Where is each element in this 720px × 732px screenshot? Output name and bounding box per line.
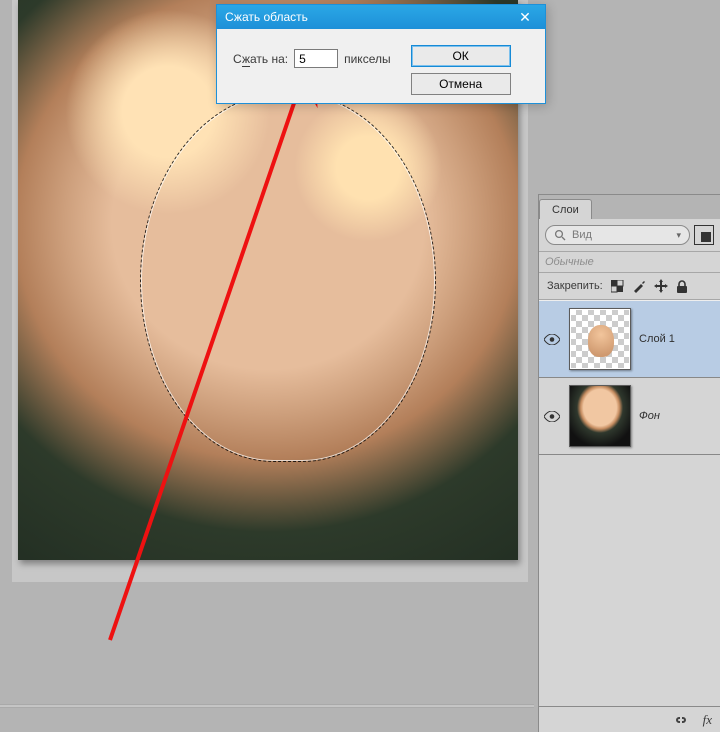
move-icon[interactable] — [654, 279, 668, 293]
lock-label: Закрепить: — [547, 280, 603, 292]
filter-label: Вид — [572, 229, 592, 241]
layer-row[interactable]: Слой 1 — [539, 300, 720, 378]
layer-thumbnail[interactable] — [569, 385, 631, 447]
dialog-title: Сжать область — [225, 10, 308, 24]
lock-row: Закрепить: — [539, 273, 720, 300]
lock-icon[interactable] — [676, 280, 688, 293]
contract-by-input[interactable] — [294, 49, 338, 68]
layer-name[interactable]: Фон — [639, 410, 660, 422]
lock-transparency-icon[interactable] — [611, 280, 624, 293]
brush-icon[interactable] — [632, 279, 646, 293]
panel-footer: fx — [539, 706, 720, 732]
layers-panel: Слои Вид ▾ Обычные Закрепить: Слой 1 — [538, 194, 720, 732]
tab-layers[interactable]: Слои — [539, 199, 592, 219]
link-icon[interactable] — [673, 715, 689, 725]
unit-label: пикселы — [344, 52, 391, 66]
panel-filter-row: Вид ▾ — [539, 219, 720, 252]
fx-icon[interactable]: fx — [703, 712, 712, 728]
visibility-toggle[interactable] — [543, 334, 561, 345]
close-icon[interactable]: ✕ — [513, 5, 537, 29]
contract-by-label: Сжать на: — [233, 52, 288, 66]
panel-tabs: Слои — [539, 195, 720, 219]
layer-name[interactable]: Слой 1 — [639, 333, 675, 345]
eye-icon — [544, 334, 560, 345]
layers-list: Слой 1 Фон — [539, 300, 720, 706]
contract-selection-dialog: Сжать область ✕ Сжать на: пикселы ОК Отм… — [216, 4, 546, 104]
filter-dropdown[interactable]: Вид ▾ — [545, 225, 690, 245]
dialog-titlebar[interactable]: Сжать область ✕ — [217, 5, 545, 29]
cancel-button[interactable]: Отмена — [411, 73, 511, 95]
ruler-bar — [0, 704, 534, 708]
blend-mode-dropdown[interactable]: Обычные — [539, 252, 720, 273]
ok-button[interactable]: ОК — [411, 45, 511, 67]
chevron-down-icon: ▾ — [676, 230, 681, 241]
search-icon — [554, 229, 566, 241]
visibility-toggle[interactable] — [543, 411, 561, 422]
layer-row[interactable]: Фон — [539, 377, 720, 455]
filter-toggle-icon[interactable] — [694, 225, 714, 245]
layer-thumbnail[interactable] — [569, 308, 631, 370]
eye-icon — [544, 411, 560, 422]
